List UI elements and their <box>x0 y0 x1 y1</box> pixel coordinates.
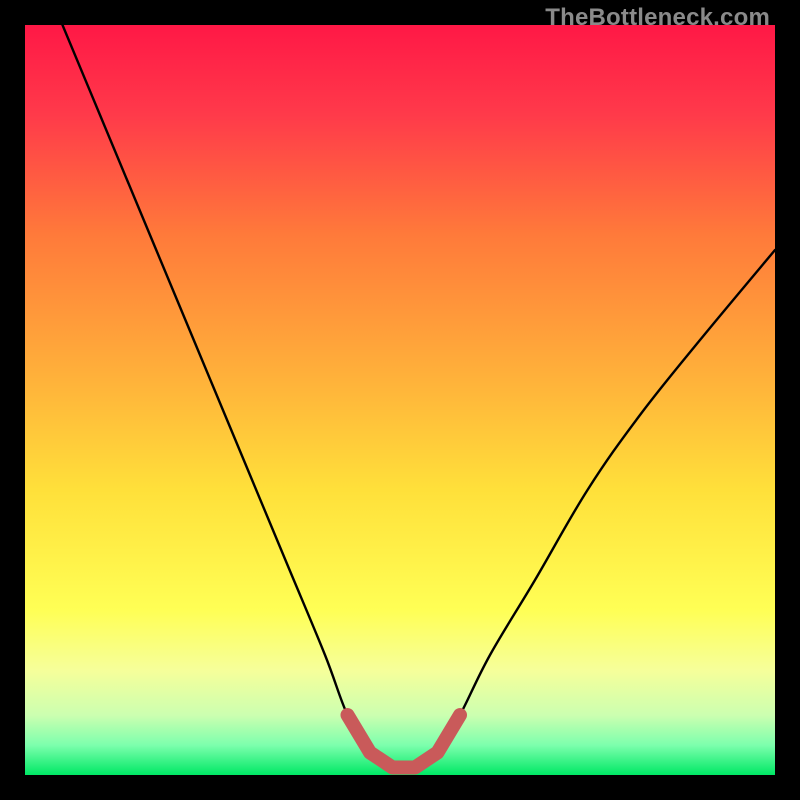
watermark-text: TheBottleneck.com <box>545 4 770 32</box>
chart-frame <box>25 25 775 775</box>
chart-plot <box>25 25 775 775</box>
gradient-background <box>25 25 775 775</box>
